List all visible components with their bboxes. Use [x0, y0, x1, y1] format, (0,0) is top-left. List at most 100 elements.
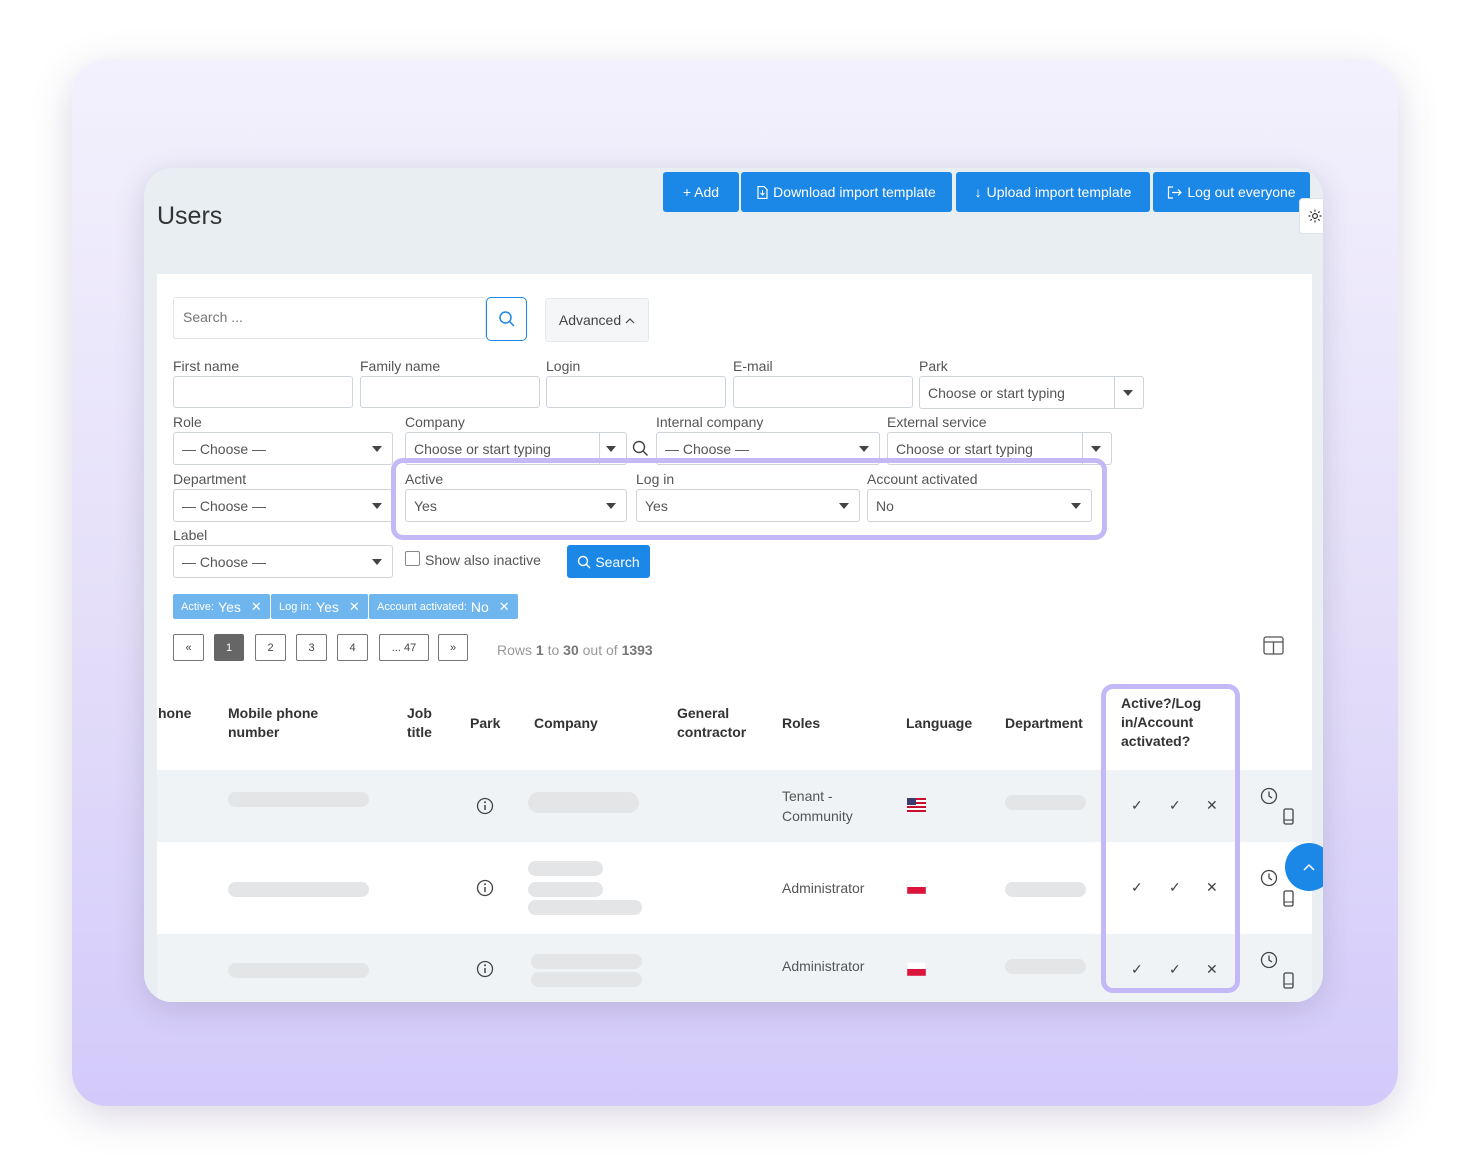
status-column-highlight: [1101, 684, 1240, 993]
email-input[interactable]: [733, 376, 913, 408]
arrow-down-icon: ↓: [974, 184, 982, 200]
search-icon: [578, 555, 591, 568]
info-icon[interactable]: [476, 960, 494, 978]
advanced-toggle-button[interactable]: Advanced: [545, 298, 649, 342]
caret-down-icon: [372, 446, 382, 452]
department-label: Department: [173, 471, 247, 487]
settings-button[interactable]: [1299, 198, 1323, 234]
page-3-button[interactable]: 3: [296, 634, 327, 661]
company-label: Company: [405, 414, 465, 430]
tag-key: Active:: [181, 600, 215, 613]
company-placeholder: [528, 900, 642, 915]
role-select-value: — Choose —: [182, 440, 267, 457]
col-phone-header[interactable]: hone: [158, 704, 191, 723]
log-out-everyone-button[interactable]: Log out everyone: [1153, 172, 1310, 212]
mobile-placeholder: [228, 882, 369, 897]
park-select[interactable]: Choose or start typing: [919, 376, 1144, 409]
page-prev-button[interactable]: «: [173, 634, 204, 661]
page-4-button[interactable]: 4: [337, 634, 368, 661]
download-import-template-button[interactable]: Download import template: [741, 172, 952, 212]
department-placeholder: [1005, 959, 1086, 974]
upload-import-template-button[interactable]: ↓ Upload import template: [956, 172, 1150, 212]
history-clock-icon[interactable]: [1260, 869, 1278, 887]
download-button-label: Download import template: [773, 184, 936, 200]
family-name-input[interactable]: [360, 376, 540, 408]
caret-down-icon: [1091, 446, 1101, 452]
page-1-button[interactable]: 1: [214, 634, 244, 661]
add-button-label: + Add: [682, 184, 720, 200]
active-filter-tag[interactable]: Active: Yes ✕: [173, 594, 270, 619]
company-select-placeholder: Choose or start typing: [414, 440, 551, 457]
history-clock-icon[interactable]: [1260, 951, 1278, 969]
label-select[interactable]: — Choose —: [173, 545, 393, 578]
col-department-header[interactable]: Department: [1005, 714, 1083, 733]
company-search-icon[interactable]: [632, 440, 649, 457]
col-roles-header[interactable]: Roles: [782, 714, 820, 733]
department-select-value: — Choose —: [182, 497, 267, 514]
role-label: Role: [173, 414, 202, 430]
company-placeholder: [531, 972, 642, 987]
external-service-placeholder: Choose or start typing: [896, 440, 1033, 457]
col-company-header[interactable]: Company: [534, 714, 598, 733]
show-inactive-checkbox[interactable]: [405, 551, 420, 566]
close-icon[interactable]: ✕: [499, 599, 510, 615]
filters-and-table-card: Advanced First name Family name Login E-…: [157, 274, 1312, 1002]
department-select[interactable]: — Choose —: [173, 489, 393, 522]
info-icon[interactable]: [476, 797, 494, 815]
department-placeholder: [1005, 795, 1086, 810]
pl-flag-icon: [907, 962, 926, 976]
mobile-device-icon[interactable]: [1283, 808, 1294, 825]
company-placeholder: [531, 954, 642, 969]
page-2-button[interactable]: 2: [255, 634, 286, 661]
chevron-up-icon: [1303, 863, 1315, 871]
page-last-button[interactable]: ... 47: [379, 634, 429, 661]
role-select[interactable]: — Choose —: [173, 432, 393, 465]
col-park-header[interactable]: Park: [470, 714, 500, 733]
park-select-divider: [1114, 377, 1115, 408]
chevron-up-icon: [625, 317, 635, 323]
login-input[interactable]: [546, 376, 726, 408]
col-contractor-header[interactable]: General contractor: [677, 704, 757, 742]
rows-of-word: out of: [582, 642, 618, 658]
company-placeholder: [528, 861, 603, 876]
rows-prefix: Rows: [497, 642, 533, 658]
first-name-label: First name: [173, 358, 240, 374]
caret-down-icon: [1123, 390, 1133, 396]
search-input[interactable]: [174, 298, 482, 336]
caret-down-icon: [606, 446, 616, 452]
close-icon[interactable]: ✕: [251, 599, 262, 615]
search-box: [173, 297, 486, 339]
col-language-header[interactable]: Language: [906, 714, 972, 733]
log-in-filter-tag[interactable]: Log in: Yes ✕: [271, 594, 368, 619]
tag-key: Log in:: [279, 600, 313, 613]
col-job-title-header[interactable]: Job title: [407, 704, 447, 742]
tag-value: No: [470, 598, 489, 615]
email-label: E-mail: [733, 358, 773, 374]
mobile-device-icon[interactable]: [1283, 890, 1294, 907]
family-name-label: Family name: [360, 358, 441, 374]
rows-from: 1: [535, 642, 544, 658]
first-name-input[interactable]: [173, 376, 353, 408]
tag-key: Account activated:: [377, 600, 467, 613]
col-mobile-header[interactable]: Mobile phone number: [228, 704, 348, 742]
users-panel: Users + Add Download import template ↓ U…: [144, 168, 1323, 1002]
mobile-placeholder: [228, 792, 369, 807]
mobile-device-icon[interactable]: [1283, 972, 1294, 989]
search-button[interactable]: Search: [567, 545, 650, 578]
close-icon[interactable]: ✕: [349, 599, 360, 615]
park-label: Park: [919, 358, 948, 374]
role-cell: Administrator: [782, 958, 865, 974]
columns-layout-icon[interactable]: [1263, 636, 1284, 655]
park-select-placeholder: Choose or start typing: [928, 384, 1065, 401]
mobile-placeholder: [228, 963, 369, 978]
logout-button-label: Log out everyone: [1187, 184, 1296, 200]
add-button[interactable]: + Add: [663, 172, 739, 212]
page-next-button[interactable]: »: [438, 634, 468, 661]
logout-icon: [1168, 185, 1183, 199]
company-placeholder: [528, 882, 603, 897]
gear-icon: [1308, 209, 1322, 223]
account-activated-filter-tag[interactable]: Account activated: No ✕: [369, 594, 518, 619]
info-icon[interactable]: [476, 879, 494, 897]
history-clock-icon[interactable]: [1260, 787, 1278, 805]
search-icon-button[interactable]: [486, 297, 527, 341]
